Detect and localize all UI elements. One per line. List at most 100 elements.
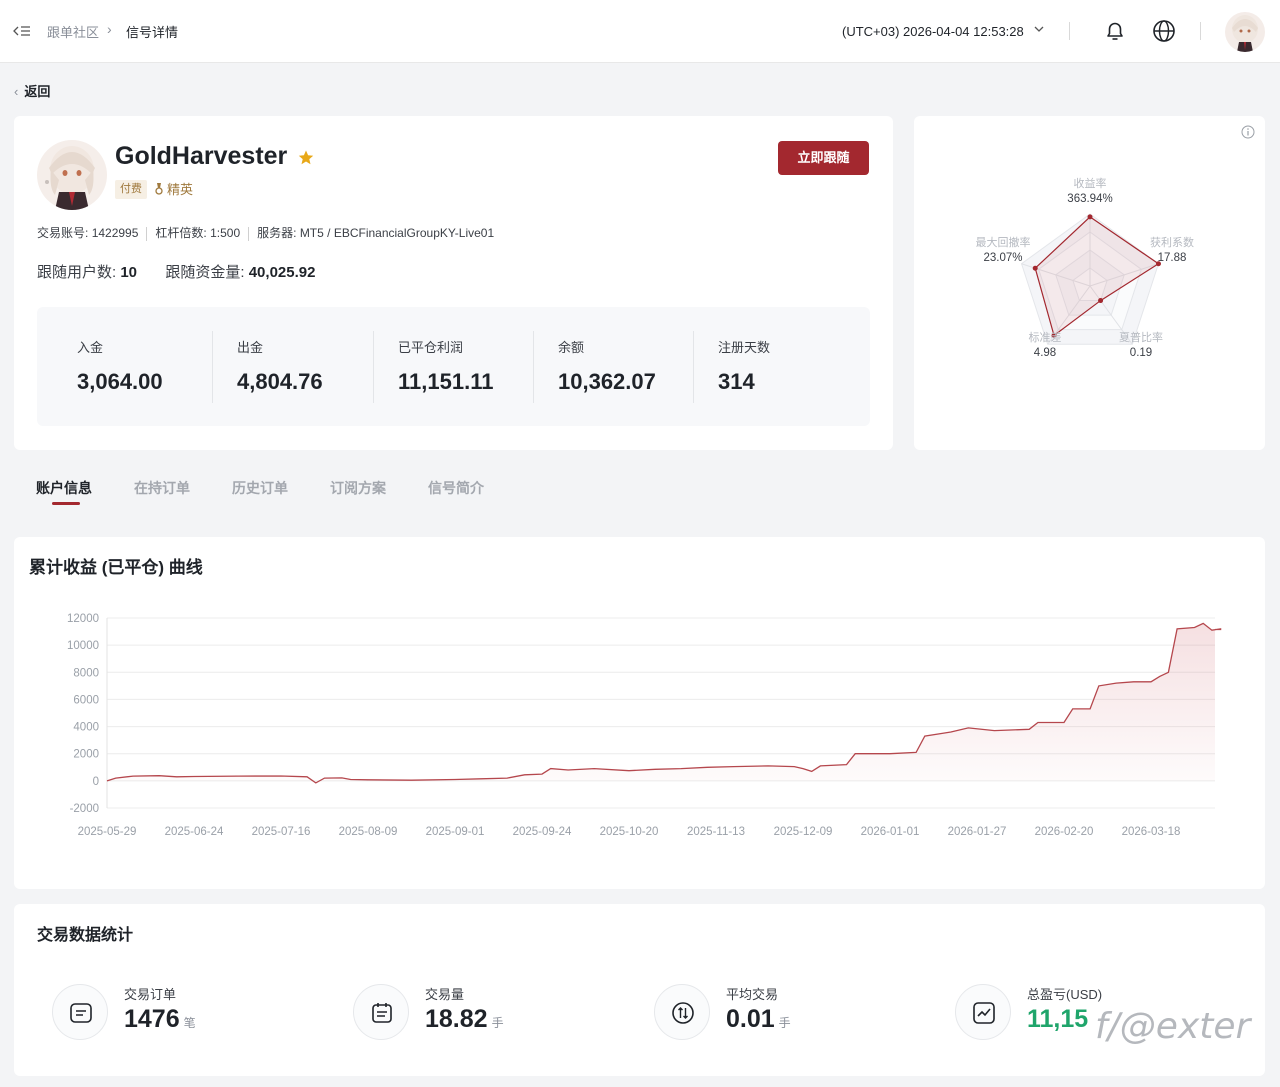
trade-stat-label: 交易订单 bbox=[124, 987, 177, 1002]
x-tick-label: 2025-11-13 bbox=[687, 826, 745, 838]
trader-name: GoldHarvester bbox=[115, 142, 288, 170]
profit-area bbox=[107, 623, 1221, 783]
trade-stat-unit: 笔 bbox=[183, 1016, 196, 1030]
stat-value: 314 bbox=[718, 369, 755, 394]
trade-stat-value-row: 1476 笔 bbox=[124, 1005, 196, 1034]
y-tick-label: 6000 bbox=[73, 694, 99, 706]
tab-open-orders[interactable]: 在持订单 bbox=[134, 478, 190, 498]
radar-axis-label: 最大回撤率 bbox=[976, 235, 1031, 249]
x-tick-label: 2025-07-16 bbox=[252, 826, 311, 838]
server-value: MT5 / EBCFinancialGroupKY-Live01 bbox=[299, 226, 495, 240]
trade-stat-value-row: 11,15 bbox=[1027, 1005, 1088, 1034]
radar-point bbox=[1032, 265, 1038, 271]
active-tab-indicator bbox=[52, 502, 80, 505]
breadcrumb-community[interactable]: 跟单社区 bbox=[47, 22, 99, 41]
chevron-left-icon: ‹ bbox=[14, 84, 19, 99]
back-label: 返回 bbox=[24, 84, 51, 99]
top-bar: 跟单社区 › 信号详情 (UTC+03) 2026-04-04 12:53:28 bbox=[0, 0, 1280, 63]
y-tick-label: 2000 bbox=[73, 749, 99, 761]
y-tick-label: 4000 bbox=[73, 722, 99, 734]
tab-signal-intro[interactable]: 信号简介 bbox=[428, 478, 484, 498]
y-tick-label: 8000 bbox=[73, 667, 99, 679]
x-tick-label: 2025-10-20 bbox=[600, 826, 659, 838]
stat-label: 已平仓利润 bbox=[398, 340, 464, 355]
radar-axis-value: 363.94% bbox=[1067, 193, 1112, 205]
divider bbox=[693, 331, 694, 403]
exchange-icon bbox=[654, 984, 710, 1040]
x-tick-label: 2026-03-18 bbox=[1122, 826, 1181, 838]
trade-stat-value: 1476 bbox=[124, 1005, 180, 1033]
stat-value: 4,804.76 bbox=[237, 369, 323, 394]
radar-axis-value: 4.98 bbox=[1034, 347, 1056, 359]
stat-label: 入金 bbox=[77, 340, 104, 355]
timezone-datetime[interactable]: (UTC+03) 2026-04-04 12:53:28 bbox=[842, 24, 1024, 39]
trade-stat-unit: 手 bbox=[778, 1016, 791, 1030]
calendar-icon bbox=[353, 984, 409, 1040]
signal-profile-card: GoldHarvester 付费 精英 立即跟随 交易账号: 1422995 杠杆… bbox=[14, 116, 893, 450]
globe-icon[interactable] bbox=[1151, 18, 1177, 44]
radar-axis-label: 夏普比率 bbox=[1119, 330, 1163, 344]
tab-subscription-plans[interactable]: 订阅方案 bbox=[330, 478, 386, 498]
account-number: 1422995 bbox=[91, 226, 139, 240]
account-stats-box: 入金 3,064.00 出金 4,804.76 已平仓利润 11,151.11 … bbox=[37, 307, 870, 426]
breadcrumb-separator-icon: › bbox=[107, 21, 112, 37]
radar-axis-value: 23.07% bbox=[983, 252, 1022, 264]
paid-badge: 付费 bbox=[115, 180, 147, 199]
divider bbox=[1200, 22, 1201, 40]
x-tick-label: 2026-02-20 bbox=[1035, 826, 1094, 838]
star-icon bbox=[297, 149, 315, 167]
server-label: 服务器: bbox=[257, 226, 297, 240]
follow-funds-label: 跟随资金量: bbox=[165, 264, 245, 281]
menu-collapse-icon[interactable] bbox=[12, 22, 32, 40]
trade-stats-card: 交易数据统计 交易订单 1476 笔 交易量 18.82 手 平均交易 0.01 手 … bbox=[14, 904, 1265, 1076]
divider bbox=[533, 331, 534, 403]
bell-icon[interactable] bbox=[1102, 18, 1128, 44]
leverage-label: 杠杆倍数: bbox=[155, 226, 207, 240]
stat-label: 注册天数 bbox=[718, 340, 771, 355]
trade-stat-value-row: 0.01 手 bbox=[726, 1005, 791, 1034]
trade-stat-label: 总盈亏(USD) bbox=[1027, 987, 1103, 1002]
order-icon bbox=[52, 984, 108, 1040]
radar-axis-value: 17.88 bbox=[1158, 252, 1187, 264]
trade-stat-value-row: 18.82 手 bbox=[425, 1005, 504, 1034]
radar-point bbox=[1098, 298, 1104, 304]
trade-stat-label: 平均交易 bbox=[726, 987, 779, 1002]
trend-icon bbox=[955, 984, 1011, 1040]
user-avatar[interactable] bbox=[1225, 12, 1265, 52]
trade-stat-value: 18.82 bbox=[425, 1005, 488, 1033]
medal-icon bbox=[155, 183, 163, 195]
radar-point bbox=[1087, 214, 1093, 220]
x-tick-label: 2026-01-01 bbox=[861, 826, 920, 838]
trade-stat-label: 交易量 bbox=[425, 987, 465, 1002]
watermark: f/@exter bbox=[1095, 1006, 1251, 1047]
elite-label: 精英 bbox=[167, 182, 194, 197]
y-tick-label: -2000 bbox=[70, 803, 99, 815]
x-tick-label: 2026-01-27 bbox=[948, 826, 1007, 838]
profit-chart-card: 累计收益 (已平仓) 曲线 12000 10000 8000 6000 4000 2000… bbox=[14, 537, 1265, 889]
back-link[interactable]: ‹ 返回 bbox=[14, 81, 50, 100]
x-tick-label: 2025-09-01 bbox=[426, 826, 485, 838]
radar-axis-label: 收益率 bbox=[1074, 176, 1107, 190]
tab-history-orders[interactable]: 历史订单 bbox=[232, 478, 288, 498]
radar-axis-value: 0.19 bbox=[1130, 347, 1152, 359]
stat-value: 11,151.11 bbox=[398, 369, 494, 394]
trader-avatar bbox=[37, 140, 107, 210]
stat-label: 出金 bbox=[237, 340, 264, 355]
breadcrumb-current: 信号详情 bbox=[126, 25, 179, 40]
y-tick-label: 12000 bbox=[67, 613, 99, 625]
x-tick-label: 2025-12-09 bbox=[774, 826, 833, 838]
account-label: 交易账号: bbox=[37, 226, 89, 240]
follow-stats: 跟随用户数: 10 跟随资金量: 40,025.92 bbox=[37, 261, 315, 282]
stat-label: 余额 bbox=[558, 340, 585, 355]
x-tick-label: 2025-08-09 bbox=[339, 826, 398, 838]
follow-funds-value: 40,025.92 bbox=[248, 264, 316, 281]
y-tick-label: 10000 bbox=[67, 640, 99, 652]
account-meta: 交易账号: 1422995 杠杆倍数: 1:500 服务器: MT5 / EBCFi… bbox=[37, 224, 494, 241]
x-tick-label: 2025-05-29 bbox=[78, 826, 137, 838]
x-tick-label: 2025-09-24 bbox=[513, 826, 572, 838]
leverage-value: 1:500 bbox=[210, 226, 241, 240]
tab-account-info[interactable]: 账户信息 bbox=[36, 478, 92, 498]
radar-card: 收益率 363.94% 获利系数 17.88 夏普比率 0.19 标准差 4.98 最大回撤率 2… bbox=[914, 116, 1265, 450]
follow-now-button[interactable]: 立即跟随 bbox=[778, 141, 869, 175]
chevron-down-icon[interactable] bbox=[1032, 22, 1046, 36]
